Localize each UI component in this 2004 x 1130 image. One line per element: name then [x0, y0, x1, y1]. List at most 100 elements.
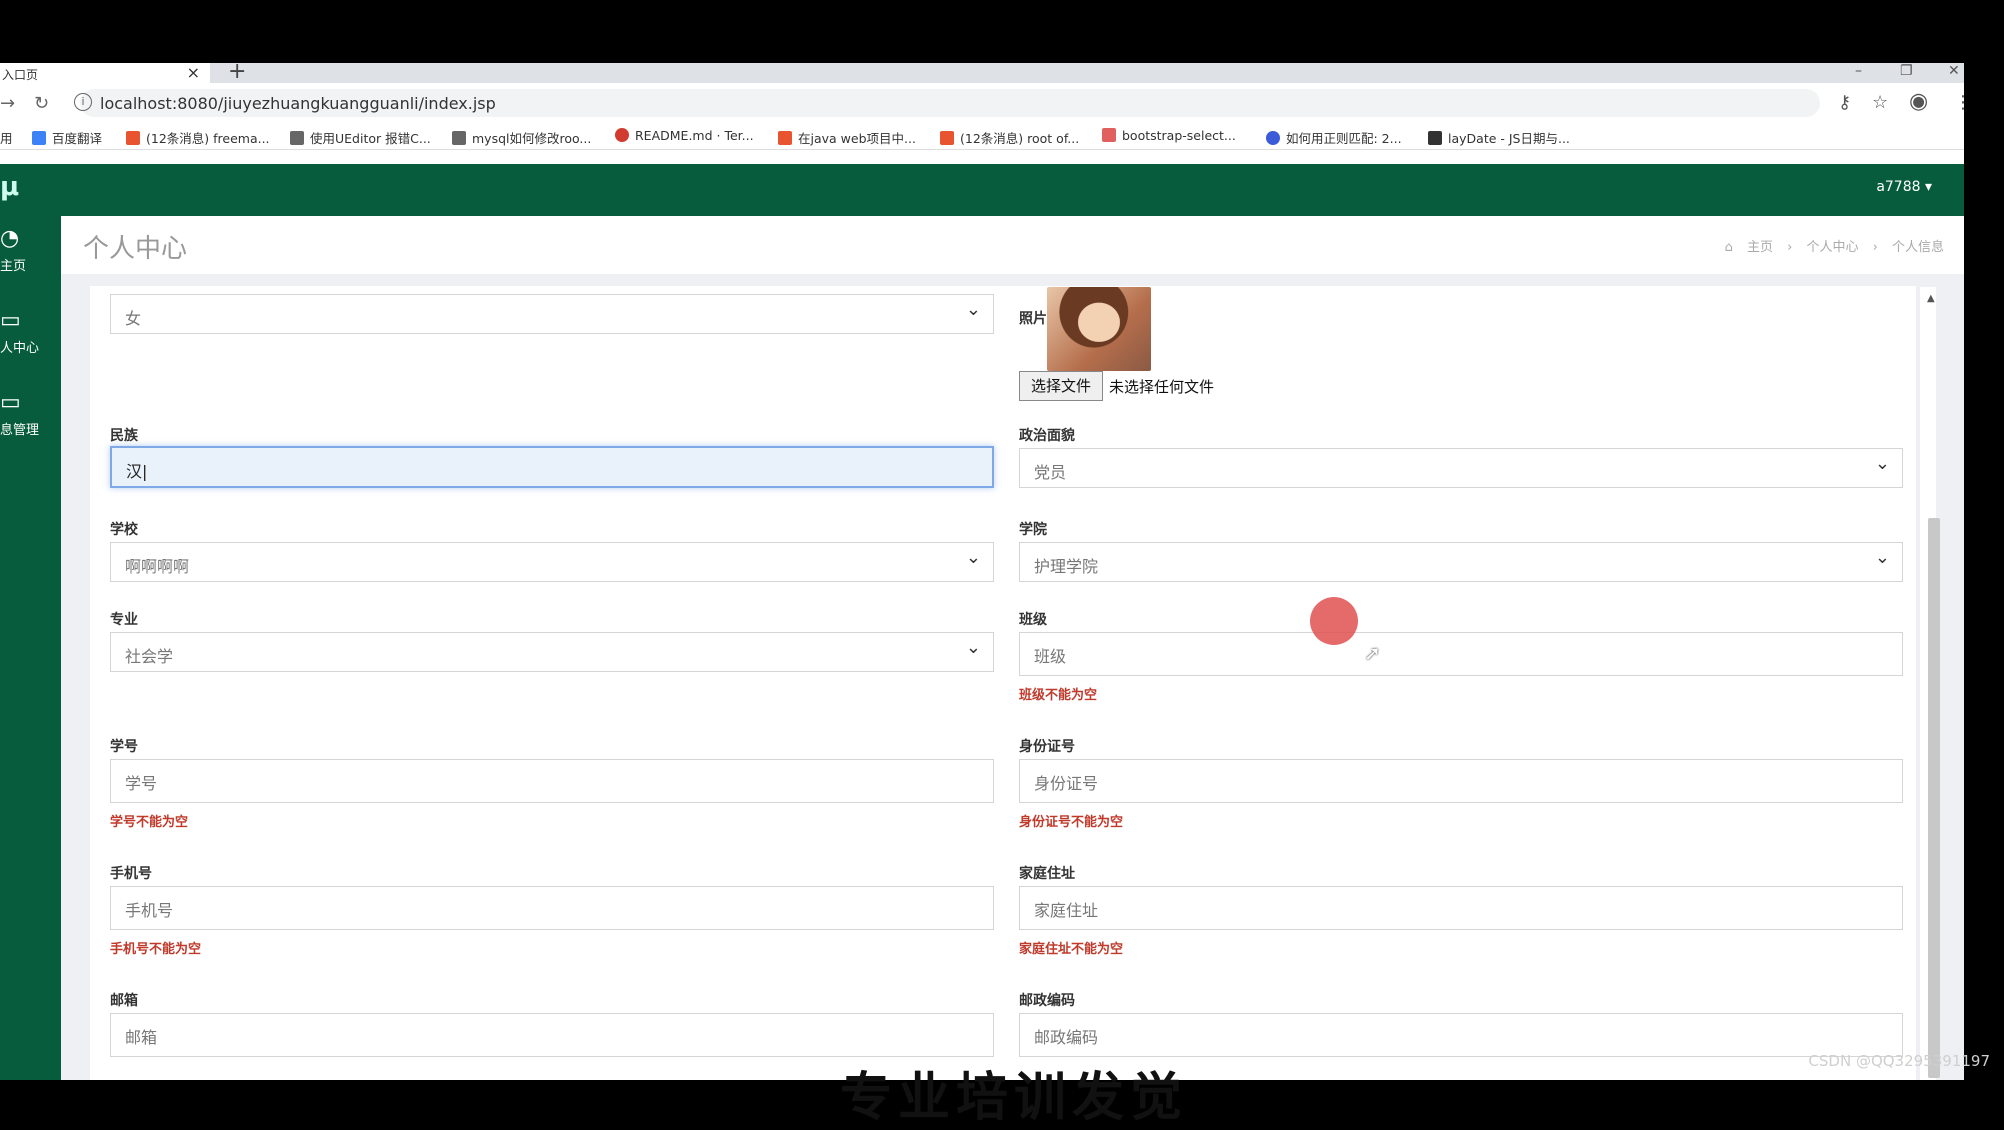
click-highlight: [1310, 597, 1358, 645]
menu-icon[interactable]: ⋮: [1954, 92, 1964, 113]
photo-label: 照片: [1019, 311, 1047, 327]
bookmarks-bar: 用 百度翻译 (12条消息) freema... 使用UEditor 报错C..…: [0, 123, 1964, 150]
user-menu[interactable]: a7788 ▾: [1876, 179, 1932, 195]
profile-form: 女 照片 选择文件 未选择任何文件 民族 汉| 政治面貌 党员 学校 啊啊啊啊 …: [90, 286, 1916, 1080]
watermark: CSDN @QQ3295391197: [1808, 1052, 1990, 1070]
bookmark-favicon-icon: [1102, 128, 1116, 142]
monitor-icon: ▭: [0, 390, 21, 415]
postcode-input[interactable]: 邮政编码: [1019, 1013, 1903, 1057]
restore-icon[interactable]: ❐: [1900, 63, 1913, 79]
bookmark-item[interactable]: bootstrap-select...: [1102, 128, 1236, 143]
bookmark-item[interactable]: 用: [0, 128, 13, 147]
student-id-placeholder: 学号: [125, 774, 158, 793]
sidebar-item-label: 息管理: [0, 423, 40, 438]
scroll-up-icon[interactable]: ▲: [1927, 293, 1935, 304]
school-label: 学校: [110, 522, 138, 538]
sidebar-item-home[interactable]: ◔ 主页: [0, 226, 61, 274]
file-status: 未选择任何文件: [1109, 378, 1215, 396]
bookmark-item[interactable]: README.md · Ter...: [615, 128, 754, 143]
url-field[interactable]: i localhost:8080/jiuyezhuangkuangguanli/…: [74, 89, 1820, 117]
email-placeholder: 邮箱: [125, 1028, 158, 1047]
postcode-placeholder: 邮政编码: [1034, 1028, 1099, 1047]
key-icon[interactable]: ⚷: [1838, 92, 1851, 113]
student-id-input[interactable]: 学号: [110, 759, 994, 803]
major-select[interactable]: 社会学: [110, 632, 994, 672]
id-card-input[interactable]: 身份证号: [1019, 759, 1903, 803]
phone-error: 手机号不能为空: [110, 942, 202, 957]
page-title: 个人中心: [83, 234, 188, 264]
bookmark-item[interactable]: mysql如何修改roo...: [452, 128, 591, 147]
phone-placeholder: 手机号: [125, 901, 174, 920]
school-select[interactable]: 啊啊啊啊: [110, 542, 994, 582]
address-bar: → ↻ i localhost:8080/jiuyezhuangkuanggua…: [0, 83, 1964, 123]
gender-select[interactable]: 女: [110, 294, 994, 334]
bookmark-favicon-icon: [452, 131, 466, 145]
choose-file-button[interactable]: 选择文件: [1019, 371, 1103, 401]
new-tab-button[interactable]: +: [228, 63, 246, 84]
minimize-icon[interactable]: –: [1855, 63, 1862, 79]
breadcrumb-profile[interactable]: 个人中心: [1806, 240, 1858, 255]
bookmark-favicon-icon: [32, 131, 46, 145]
phone-label: 手机号: [110, 866, 152, 882]
id-card-error: 身份证号不能为空: [1019, 815, 1124, 830]
app-logo: μ: [0, 172, 20, 202]
forward-icon[interactable]: →: [0, 93, 15, 114]
ethnicity-label: 民族: [110, 428, 138, 444]
site-info-icon[interactable]: i: [74, 93, 92, 111]
class-label: 班级: [1019, 612, 1047, 628]
major-value: 社会学: [125, 647, 174, 666]
address-error: 家庭住址不能为空: [1019, 942, 1124, 957]
bookmark-item[interactable]: layDate - JS日期与...: [1428, 128, 1570, 147]
bookmark-favicon-icon: [615, 128, 629, 142]
bookmark-favicon-icon: [290, 131, 304, 145]
college-select[interactable]: 护理学院: [1019, 542, 1903, 582]
sidebar: μ ◔ 主页 ▭ 人中心 ▭ 息管理: [0, 164, 61, 1080]
url-text: localhost:8080/jiuyezhuangkuangguanli/in…: [100, 94, 496, 113]
bookmark-item[interactable]: 百度翻译: [32, 128, 102, 147]
id-card-placeholder: 身份证号: [1034, 774, 1099, 793]
class-input[interactable]: 班级: [1019, 632, 1903, 676]
breadcrumb-home[interactable]: 主页: [1747, 240, 1773, 255]
school-value: 啊啊啊啊: [125, 557, 190, 576]
email-label: 邮箱: [110, 993, 138, 1009]
phone-input[interactable]: 手机号: [110, 886, 994, 930]
sidebar-item-label: 人中心: [0, 341, 40, 356]
bookmark-item[interactable]: 如何用正则匹配: 2...: [1266, 128, 1402, 147]
breadcrumb-personal-info: 个人信息: [1891, 240, 1944, 255]
chevron-right-icon: ›: [1872, 240, 1878, 255]
breadcrumb: ⌂ 主页 › 个人中心 › 个人信息: [1715, 236, 1944, 255]
student-id-label: 学号: [110, 739, 138, 755]
politics-value: 党员: [1034, 463, 1067, 482]
profile-photo: [1047, 287, 1151, 371]
bookmark-item[interactable]: 在java web项目中...: [778, 128, 916, 147]
reload-icon[interactable]: ↻: [34, 93, 49, 114]
address-placeholder: 家庭住址: [1034, 901, 1099, 920]
profile-icon[interactable]: ◉: [1909, 89, 1928, 114]
sidebar-item-info-management[interactable]: ▭ 息管理: [0, 390, 61, 438]
politics-label: 政治面貌: [1019, 428, 1075, 444]
student-id-error: 学号不能为空: [110, 815, 189, 830]
sidebar-item-profile[interactable]: ▭ 人中心: [0, 308, 61, 356]
content-area: 女 照片 选择文件 未选择任何文件 民族 汉| 政治面貌 党员 学校 啊啊啊啊 …: [61, 274, 1964, 1080]
tab-strip: 入口页 × + – ❐ ✕: [0, 63, 1964, 84]
bookmark-item[interactable]: (12条消息) root of...: [940, 128, 1079, 147]
ethnicity-value: 汉: [126, 462, 143, 481]
browser-window: 入口页 × + – ❐ ✕ → ↻ i localhost:8080/jiuye…: [0, 63, 1964, 1080]
politics-select[interactable]: 党员: [1019, 448, 1903, 488]
star-icon[interactable]: ☆: [1872, 92, 1888, 113]
chevron-right-icon: ›: [1787, 240, 1793, 255]
close-tab-icon[interactable]: ×: [187, 63, 200, 82]
mouse-pointer-icon: ➚: [1364, 641, 1381, 665]
bookmark-favicon-icon: [1428, 131, 1442, 145]
browser-tab[interactable]: 入口页 ×: [0, 63, 210, 83]
ethnicity-input[interactable]: 汉|: [110, 446, 994, 488]
scrollbar-thumb[interactable]: [1928, 518, 1940, 1078]
class-error: 班级不能为空: [1019, 688, 1098, 703]
window-close-icon[interactable]: ✕: [1948, 63, 1960, 79]
email-input[interactable]: 邮箱: [110, 1013, 994, 1057]
bookmark-favicon-icon: [126, 131, 140, 145]
address-input[interactable]: 家庭住址: [1019, 886, 1903, 930]
bookmark-favicon-icon: [940, 131, 954, 145]
bookmark-item[interactable]: (12条消息) freema...: [126, 128, 270, 147]
bookmark-item[interactable]: 使用UEditor 报错C...: [290, 128, 431, 147]
